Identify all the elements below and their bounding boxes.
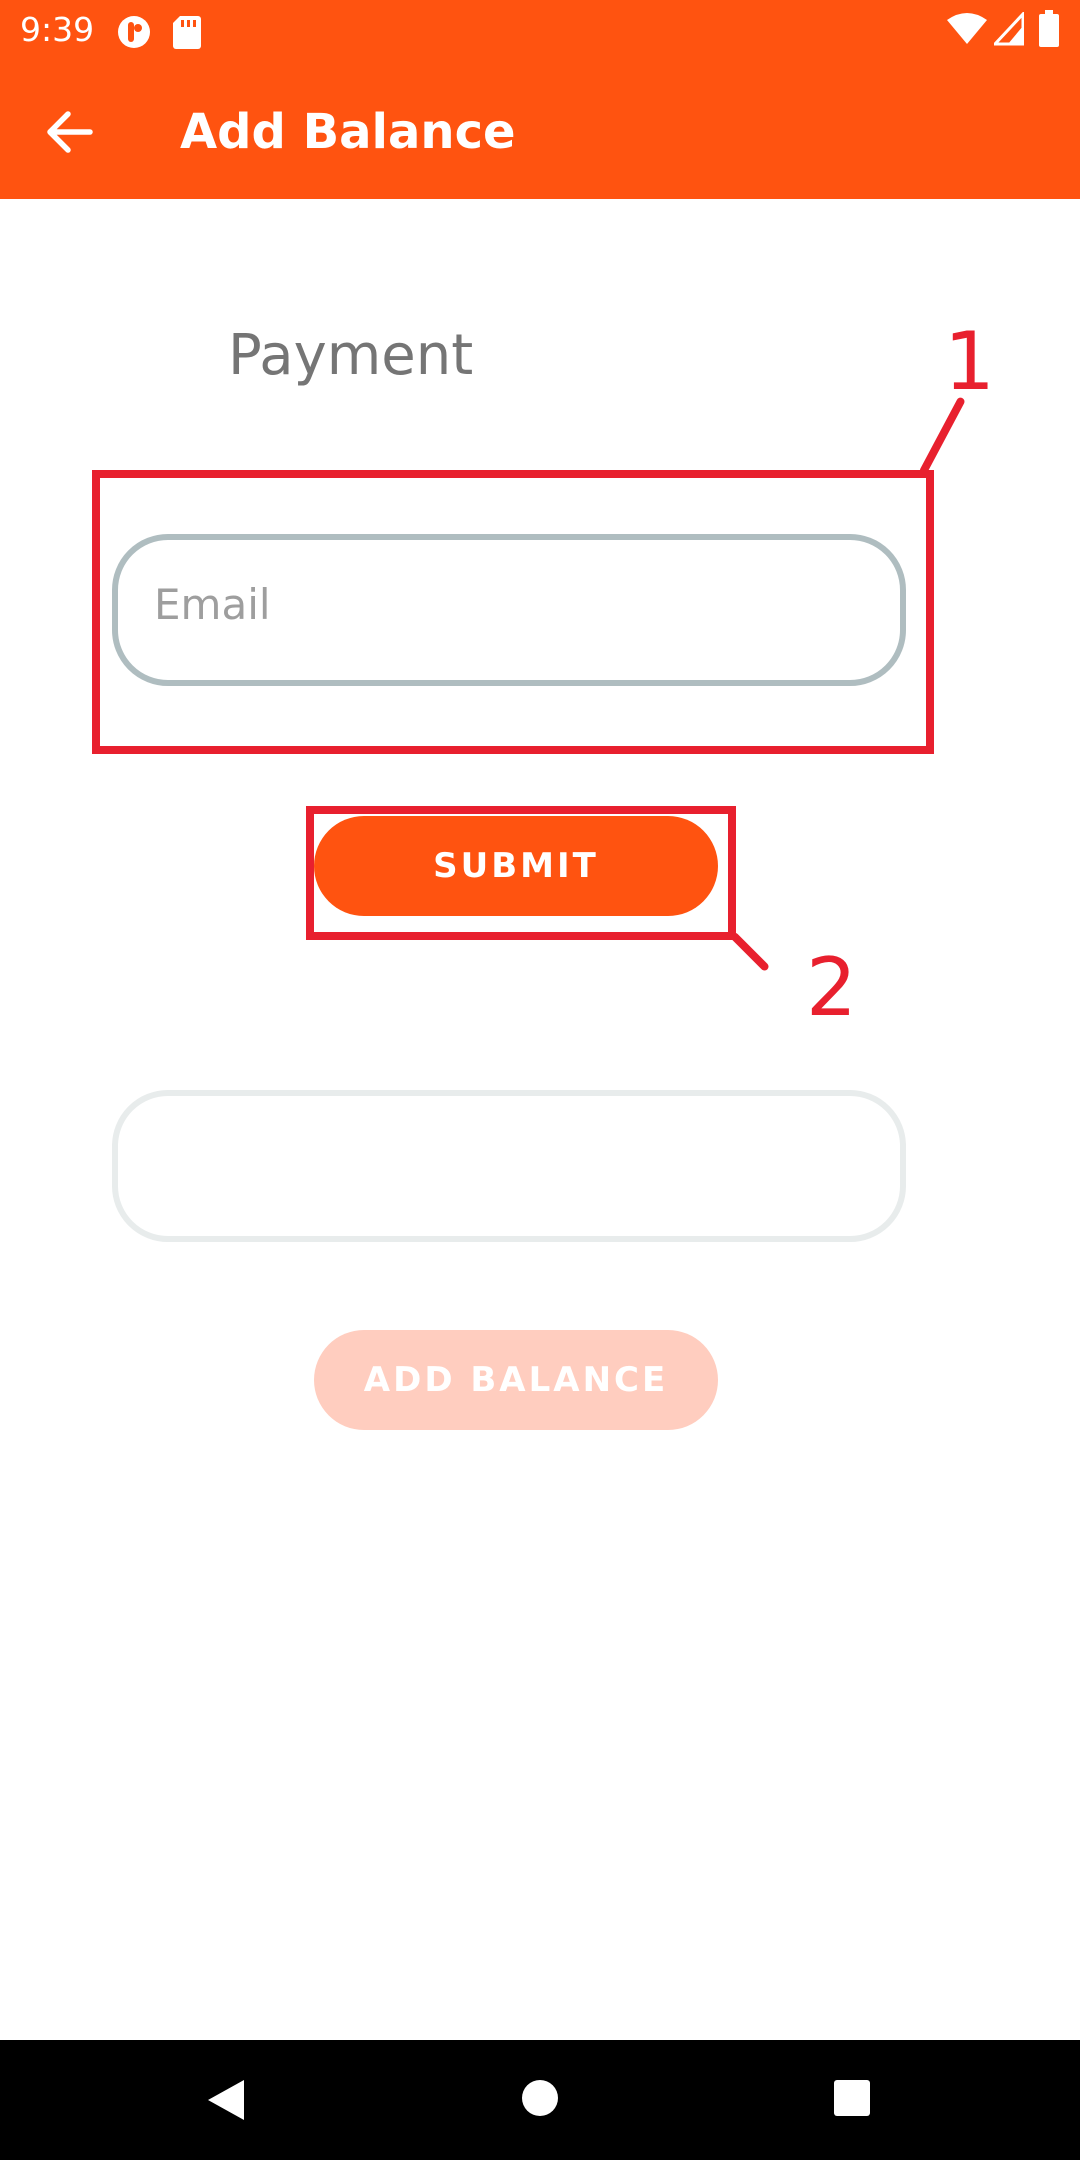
notification-app-icon: [118, 16, 150, 48]
annotation-box-1: [92, 470, 934, 754]
annotation-leader-2: [729, 931, 771, 973]
annotation-box-2: [306, 806, 736, 940]
balance-amount-input[interactable]: [112, 1090, 906, 1242]
battery-icon: [1039, 10, 1059, 47]
annotation-label-1: 1: [944, 315, 995, 408]
back-arrow-icon[interactable]: [38, 100, 102, 164]
nav-home-icon[interactable]: [520, 2078, 560, 2118]
annotation-label-2: 2: [806, 941, 857, 1034]
page-title: Add Balance: [180, 104, 516, 160]
wifi-icon: [947, 13, 987, 44]
payment-heading: Payment: [228, 323, 474, 388]
nav-back-icon[interactable]: [204, 2078, 248, 2122]
add-balance-button[interactable]: ADD BALANCE: [314, 1330, 718, 1430]
nav-recents-icon[interactable]: [832, 2078, 872, 2118]
annotation-leader-1: [918, 396, 966, 476]
app-bar: 9:39 Add Balance: [0, 0, 1080, 199]
system-nav-bar: [0, 2040, 1080, 2160]
sd-card-icon: [173, 16, 201, 49]
cellular-signal-icon: [994, 12, 1024, 46]
status-time: 9:39: [20, 10, 95, 49]
